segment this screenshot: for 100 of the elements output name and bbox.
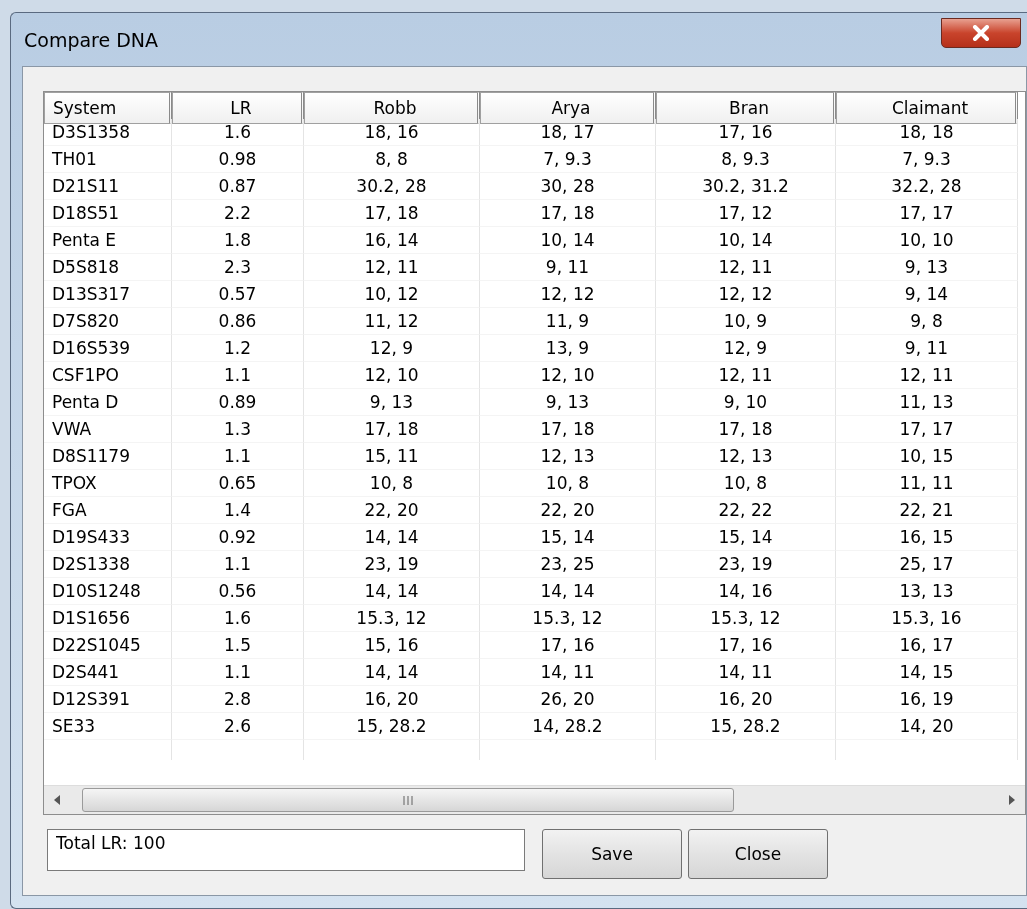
table-cell: 23, 19 <box>304 551 480 578</box>
table-cell: 2.8 <box>172 686 304 713</box>
table-cell: 7, 9.3 <box>836 146 1018 173</box>
save-button[interactable]: Save <box>542 829 682 879</box>
table-cell: 1.1 <box>172 362 304 389</box>
table-cell: 17, 18 <box>304 200 480 227</box>
table-cell: 15, 14 <box>480 524 656 551</box>
table-cell: 10, 14 <box>656 227 836 254</box>
table-cell: 11, 13 <box>836 389 1018 416</box>
table-cell: 2.3 <box>172 254 304 281</box>
close-icon <box>972 25 990 41</box>
table-cell: 0.87 <box>172 173 304 200</box>
table-cell: 22, 20 <box>480 497 656 524</box>
table-cell: SE33 <box>44 713 172 740</box>
table-cell: 15.3, 12 <box>304 605 480 632</box>
table-cell: 0.57 <box>172 281 304 308</box>
table-cell: D2S441 <box>44 659 172 686</box>
table-cell: 30.2, 31.2 <box>656 173 836 200</box>
table-cell: 9, 10 <box>656 389 836 416</box>
table-cell: 18, 18 <box>836 119 1018 146</box>
scroll-thumb[interactable] <box>82 788 734 812</box>
table-cell: 10, 12 <box>304 281 480 308</box>
table-cell: 14, 15 <box>836 659 1018 686</box>
table-cell: CSF1PO <box>44 362 172 389</box>
table-cell: 2.6 <box>172 713 304 740</box>
table-cell: D21S11 <box>44 173 172 200</box>
table-cell: 9, 11 <box>480 254 656 281</box>
table-cell: 0.92 <box>172 524 304 551</box>
table-cell: 10, 14 <box>480 227 656 254</box>
table-cell: Penta E <box>44 227 172 254</box>
table-cell: 1.1 <box>172 551 304 578</box>
table-cell: 1.1 <box>172 443 304 470</box>
table-cell: 18, 16 <box>304 119 480 146</box>
table-cell: 17, 12 <box>656 200 836 227</box>
table-cell: 17, 16 <box>656 632 836 659</box>
table-cell: 2.2 <box>172 200 304 227</box>
table-cell: 10, 9 <box>656 308 836 335</box>
table-cell: 17, 18 <box>480 200 656 227</box>
table-cell: 16, 20 <box>304 686 480 713</box>
table-cell: 1.5 <box>172 632 304 659</box>
table-cell: 12, 9 <box>304 335 480 362</box>
table-cell: 17, 18 <box>656 416 836 443</box>
table-cell: 14, 28.2 <box>480 713 656 740</box>
table-cell: 0.56 <box>172 578 304 605</box>
column-header[interactable]: Bran <box>656 92 836 124</box>
table-cell: 15, 28.2 <box>304 713 480 740</box>
horizontal-scrollbar[interactable] <box>44 785 1025 814</box>
table-cell: 1.6 <box>172 119 304 146</box>
table-cell: 30, 28 <box>480 173 656 200</box>
table-cell: 15.3, 12 <box>656 605 836 632</box>
table-cell: 30.2, 28 <box>304 173 480 200</box>
close-button[interactable] <box>941 18 1021 48</box>
total-field[interactable]: Total LR: 100 <box>47 829 525 871</box>
table-cell: 23, 19 <box>656 551 836 578</box>
scroll-left-icon[interactable] <box>52 794 62 806</box>
table-cell: 12, 11 <box>656 254 836 281</box>
table-cell: 17, 17 <box>836 200 1018 227</box>
column-header[interactable]: System <box>44 92 172 124</box>
column-header[interactable]: Claimant <box>836 92 1018 124</box>
table-cell: 15.3, 12 <box>480 605 656 632</box>
table-cell: 9, 11 <box>836 335 1018 362</box>
scroll-right-icon[interactable] <box>1007 794 1017 806</box>
table-cell: 11, 11 <box>836 470 1018 497</box>
table-cell: 12, 10 <box>480 362 656 389</box>
table-cell: 1.6 <box>172 605 304 632</box>
table-cell: 12, 10 <box>304 362 480 389</box>
table-cell: 17, 18 <box>480 416 656 443</box>
table-cell: VWA <box>44 416 172 443</box>
table-cell: 25, 17 <box>836 551 1018 578</box>
table-cell: 9, 13 <box>480 389 656 416</box>
table-cell: 14, 14 <box>480 578 656 605</box>
table-cell: 14, 14 <box>304 659 480 686</box>
table-cell: D19S433 <box>44 524 172 551</box>
table-cell: 10, 8 <box>656 470 836 497</box>
table-cell: 22, 22 <box>656 497 836 524</box>
table-cell: 14, 20 <box>836 713 1018 740</box>
table-cell: 15, 16 <box>304 632 480 659</box>
table-cell: D18S51 <box>44 200 172 227</box>
table-cell: 14, 14 <box>304 578 480 605</box>
table-cell: 12, 13 <box>656 443 836 470</box>
table-cell: 0.86 <box>172 308 304 335</box>
table-cell: 0.98 <box>172 146 304 173</box>
table-cell: D12S391 <box>44 686 172 713</box>
table-cell: 10, 10 <box>836 227 1018 254</box>
table-cell: 14, 16 <box>656 578 836 605</box>
column-header[interactable]: Robb <box>304 92 480 124</box>
table-cell: 12, 12 <box>656 281 836 308</box>
close-dialog-button[interactable]: Close <box>688 829 828 879</box>
table-cell: 16, 14 <box>304 227 480 254</box>
table-cell: D22S1045 <box>44 632 172 659</box>
table-cell: 1.4 <box>172 497 304 524</box>
table-cell: D3S1358 <box>44 119 172 146</box>
table-cell: 11, 12 <box>304 308 480 335</box>
table-cell: 16, 17 <box>836 632 1018 659</box>
column-header[interactable]: Arya <box>480 92 656 124</box>
table-cell: 11, 9 <box>480 308 656 335</box>
column-header[interactable]: LR <box>172 92 304 124</box>
table-cell: 12, 11 <box>304 254 480 281</box>
table-cell: 15, 28.2 <box>656 713 836 740</box>
table-cell: 22, 20 <box>304 497 480 524</box>
